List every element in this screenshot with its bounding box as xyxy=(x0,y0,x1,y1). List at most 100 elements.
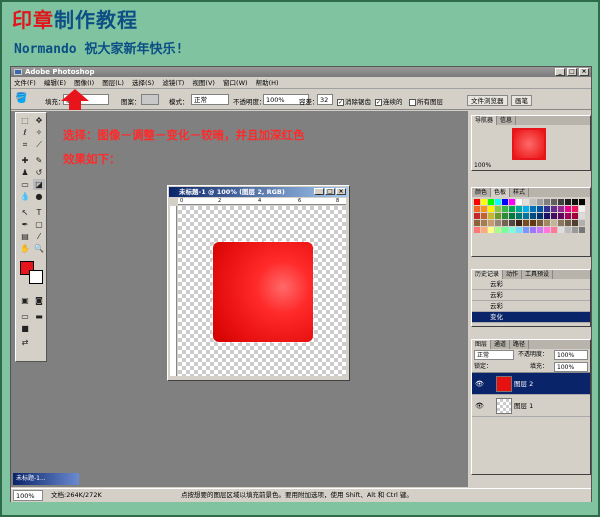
color-swatch[interactable] xyxy=(509,206,515,212)
color-swatch[interactable] xyxy=(509,213,515,219)
image-canvas[interactable] xyxy=(178,206,346,376)
doc-maximize-button[interactable]: □ xyxy=(325,188,335,195)
color-swatch[interactable] xyxy=(565,227,571,233)
color-swatch[interactable] xyxy=(474,206,480,212)
color-swatch[interactable] xyxy=(509,199,515,205)
hand-tool-icon[interactable]: ✋ xyxy=(19,243,31,254)
color-swatch[interactable] xyxy=(509,227,515,233)
menu-file[interactable]: 文件(F) xyxy=(14,79,36,87)
tab-actions[interactable]: 动作 xyxy=(503,270,523,279)
color-swatch[interactable] xyxy=(537,213,543,219)
color-swatch[interactable] xyxy=(551,227,557,233)
minimized-document[interactable]: 未标题-1... xyxy=(13,473,79,485)
menu-view[interactable]: 视图(V) xyxy=(192,79,215,87)
color-swatch[interactable] xyxy=(530,213,536,219)
color-swatch[interactable] xyxy=(579,213,585,219)
color-swatch[interactable] xyxy=(544,199,550,205)
color-swatch[interactable] xyxy=(537,199,543,205)
history-item[interactable]: 云彩 xyxy=(472,279,590,290)
color-swatch[interactable] xyxy=(488,220,494,226)
color-swatch[interactable] xyxy=(530,227,536,233)
tolerance-input[interactable]: 32 xyxy=(317,94,333,105)
color-swatch[interactable] xyxy=(530,220,536,226)
pen-tool-icon[interactable]: ✒ xyxy=(19,219,31,230)
color-swatch[interactable] xyxy=(544,206,550,212)
color-swatch[interactable] xyxy=(523,206,529,212)
color-swatch[interactable] xyxy=(537,220,543,226)
color-swatch[interactable] xyxy=(523,220,529,226)
tab-styles[interactable]: 样式 xyxy=(510,188,530,197)
color-swatch[interactable] xyxy=(516,213,522,219)
dodge-tool-icon[interactable]: ● xyxy=(33,191,45,202)
history-item[interactable]: 云彩 xyxy=(472,290,590,301)
color-swatch[interactable] xyxy=(572,199,578,205)
color-swatch[interactable] xyxy=(558,206,564,212)
history-brush-icon[interactable]: ↺ xyxy=(33,167,45,178)
paint-bucket-tool-icon[interactable]: ◪ xyxy=(33,179,45,190)
color-swatch[interactable] xyxy=(488,206,494,212)
history-item[interactable]: 云彩 xyxy=(472,301,590,312)
color-swatch[interactable] xyxy=(523,227,529,233)
menu-filter[interactable]: 滤镜(T) xyxy=(162,79,184,87)
color-swatch[interactable] xyxy=(551,206,557,212)
color-swatch[interactable] xyxy=(544,227,550,233)
eraser-tool-icon[interactable]: ▭ xyxy=(19,179,31,190)
color-swatch[interactable] xyxy=(558,220,564,226)
menu-image[interactable]: 图像(I) xyxy=(74,79,94,87)
color-swatch[interactable] xyxy=(474,220,480,226)
eyedropper-icon[interactable]: ⁄ xyxy=(33,231,45,242)
screen-mode-icon[interactable]: ▭ xyxy=(19,311,31,322)
color-swatch[interactable] xyxy=(481,206,487,212)
color-swatch[interactable] xyxy=(537,227,543,233)
color-swatch[interactable] xyxy=(565,220,571,226)
layer-row[interactable]: 👁 图层 2 xyxy=(472,373,590,395)
color-swatch[interactable] xyxy=(516,199,522,205)
color-swatch[interactable] xyxy=(502,199,508,205)
background-color-swatch[interactable] xyxy=(29,270,43,284)
color-swatch[interactable] xyxy=(474,199,480,205)
history-item-selected[interactable]: 变化 xyxy=(472,312,590,323)
tab-color[interactable]: 颜色 xyxy=(472,188,492,197)
color-swatch[interactable] xyxy=(579,220,585,226)
all-layers-checkbox[interactable]: 所有图层 xyxy=(409,96,443,106)
color-swatch[interactable] xyxy=(488,199,494,205)
color-swatch[interactable] xyxy=(502,220,508,226)
doc-minimize-button[interactable]: _ xyxy=(314,188,324,195)
minimize-button[interactable]: _ xyxy=(555,68,565,76)
color-swatch[interactable] xyxy=(495,213,501,219)
eye-icon[interactable]: 👁 xyxy=(475,373,484,395)
layer-row[interactable]: 👁 图层 1 xyxy=(472,395,590,417)
tab-tool-presets[interactable]: 工具预设 xyxy=(522,270,554,279)
color-swatch[interactable] xyxy=(523,199,529,205)
tab-history[interactable]: 历史记录 xyxy=(472,270,504,279)
color-swatch[interactable] xyxy=(579,199,585,205)
color-swatch[interactable] xyxy=(481,213,487,219)
color-swatch[interactable] xyxy=(551,220,557,226)
pattern-picker[interactable] xyxy=(141,94,159,105)
slice-tool-icon[interactable]: ⟋ xyxy=(33,139,45,150)
fullscreen-mode-icon[interactable]: ■ xyxy=(19,323,31,334)
color-swatch[interactable] xyxy=(502,206,508,212)
menu-select[interactable]: 选择(S) xyxy=(132,79,154,87)
move-tool-icon[interactable]: ✥ xyxy=(33,115,45,126)
tab-paths[interactable]: 路径 xyxy=(510,340,530,349)
color-swatch[interactable] xyxy=(537,206,543,212)
mode-select[interactable]: 正常 xyxy=(191,94,229,105)
blend-mode-select[interactable]: 正常 xyxy=(474,350,514,360)
navigator-zoom[interactable]: 100% xyxy=(474,162,491,169)
color-swatch[interactable] xyxy=(530,206,536,212)
color-swatch[interactable] xyxy=(572,220,578,226)
color-swatch[interactable] xyxy=(565,206,571,212)
color-swatch[interactable] xyxy=(481,227,487,233)
color-swatch[interactable] xyxy=(544,213,550,219)
antialias-checkbox[interactable]: ✓ 消除锯齿 xyxy=(337,96,371,106)
color-swatch[interactable] xyxy=(481,220,487,226)
color-swatch[interactable] xyxy=(572,213,578,219)
color-swatch[interactable] xyxy=(565,199,571,205)
contiguous-checkbox[interactable]: ✓ 连续的 xyxy=(375,96,403,106)
menu-window[interactable]: 窗口(W) xyxy=(223,79,248,87)
stamp-tool-icon[interactable]: ♟ xyxy=(19,167,31,178)
tab-layers[interactable]: 图层 xyxy=(472,340,492,349)
color-swatch[interactable] xyxy=(495,227,501,233)
path-select-icon[interactable]: ↖ xyxy=(19,207,31,218)
